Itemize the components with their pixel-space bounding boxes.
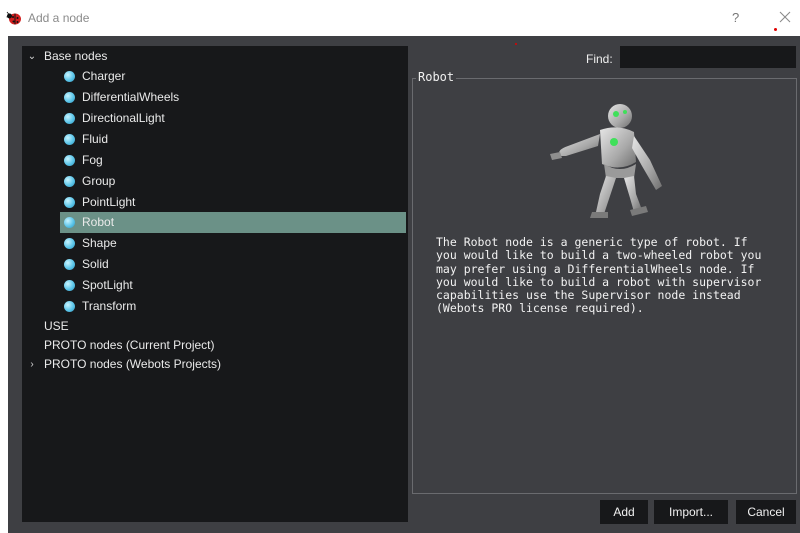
find-label: Find:: [586, 52, 613, 66]
tree-item-shape[interactable]: Shape: [22, 233, 408, 254]
node-sphere-icon: [64, 280, 75, 291]
tree-item-label: PROTO nodes (Current Project): [44, 338, 215, 352]
tree-item-label: PointLight: [82, 195, 136, 209]
find-input[interactable]: [620, 46, 796, 68]
tree-item-robot[interactable]: Robot: [22, 212, 408, 233]
add-button[interactable]: Add: [600, 500, 648, 524]
ladybug-icon: [6, 11, 21, 25]
node-sphere-icon: [64, 176, 75, 187]
tree-item-label: Robot: [82, 215, 115, 229]
tree-item-charger[interactable]: Charger: [22, 66, 408, 87]
tree-item-use[interactable]: USE: [22, 316, 408, 337]
tree-item-transform[interactable]: Transform: [22, 296, 408, 317]
red-marker-dot: [515, 43, 517, 45]
tree-item-directionallight[interactable]: DirectionalLight: [22, 108, 408, 129]
tree-item-spotlight[interactable]: SpotLight: [22, 275, 408, 296]
tree-item-label: Transform: [82, 299, 137, 313]
node-sphere-icon: [64, 134, 75, 145]
tree-item-proto-current-project[interactable]: PROTO nodes (Current Project): [22, 335, 408, 356]
tree-item-label: Base nodes: [44, 49, 108, 63]
node-info-title: Robot: [416, 70, 457, 84]
dialog-body: ⌄ Base nodes Charger DifferentialWheels …: [8, 36, 800, 533]
red-marker-dot: [774, 28, 777, 31]
node-tree[interactable]: ⌄ Base nodes Charger DifferentialWheels …: [22, 46, 408, 522]
node-sphere-icon: [64, 113, 75, 124]
tree-item-base-nodes[interactable]: ⌄ Base nodes: [22, 46, 408, 67]
tree-item-label: DifferentialWheels: [82, 90, 180, 104]
node-sphere-icon: [64, 238, 75, 249]
node-sphere-icon: [64, 71, 75, 82]
tree-item-solid[interactable]: Solid: [22, 254, 408, 275]
tree-item-label: Fluid: [82, 132, 109, 146]
node-sphere-icon: [64, 197, 75, 208]
tree-item-label: Group: [82, 174, 116, 188]
tree-item-label: SpotLight: [82, 278, 133, 292]
node-sphere-icon: [64, 301, 75, 312]
window-title: Add a node: [28, 11, 90, 25]
tree-item-label: USE: [44, 319, 69, 333]
tree-item-label: Solid: [82, 257, 109, 271]
close-icon[interactable]: [776, 8, 794, 26]
tree-item-label: Fog: [82, 153, 103, 167]
tree-item-fog[interactable]: Fog: [22, 150, 408, 171]
node-sphere-icon: [64, 92, 75, 103]
node-sphere-icon: [64, 259, 75, 270]
node-sphere-icon: [64, 217, 75, 228]
chevron-down-icon[interactable]: ⌄: [26, 46, 38, 67]
tree-item-label: DirectionalLight: [82, 111, 165, 125]
tree-item-label: PROTO nodes (Webots Projects): [44, 357, 221, 371]
tree-item-pointlight[interactable]: PointLight: [22, 192, 408, 213]
tree-item-label: Charger: [82, 69, 126, 83]
tree-item-differentialwheels[interactable]: DifferentialWheels: [22, 87, 408, 108]
title-bar: Add a node ?: [0, 0, 800, 36]
cancel-button[interactable]: Cancel: [736, 500, 796, 524]
tree-item-proto-webots-projects[interactable]: › PROTO nodes (Webots Projects): [22, 354, 408, 375]
tree-item-label: Shape: [82, 236, 117, 250]
node-sphere-icon: [64, 155, 75, 166]
robot-preview-image: [550, 104, 662, 218]
import-button[interactable]: Import...: [654, 500, 728, 524]
chevron-right-icon[interactable]: ›: [26, 354, 38, 375]
tree-item-group[interactable]: Group: [22, 171, 408, 192]
tree-item-fluid[interactable]: Fluid: [22, 129, 408, 150]
help-button[interactable]: ?: [732, 10, 739, 25]
node-description: The Robot node is a generic type of robo…: [436, 235, 762, 316]
